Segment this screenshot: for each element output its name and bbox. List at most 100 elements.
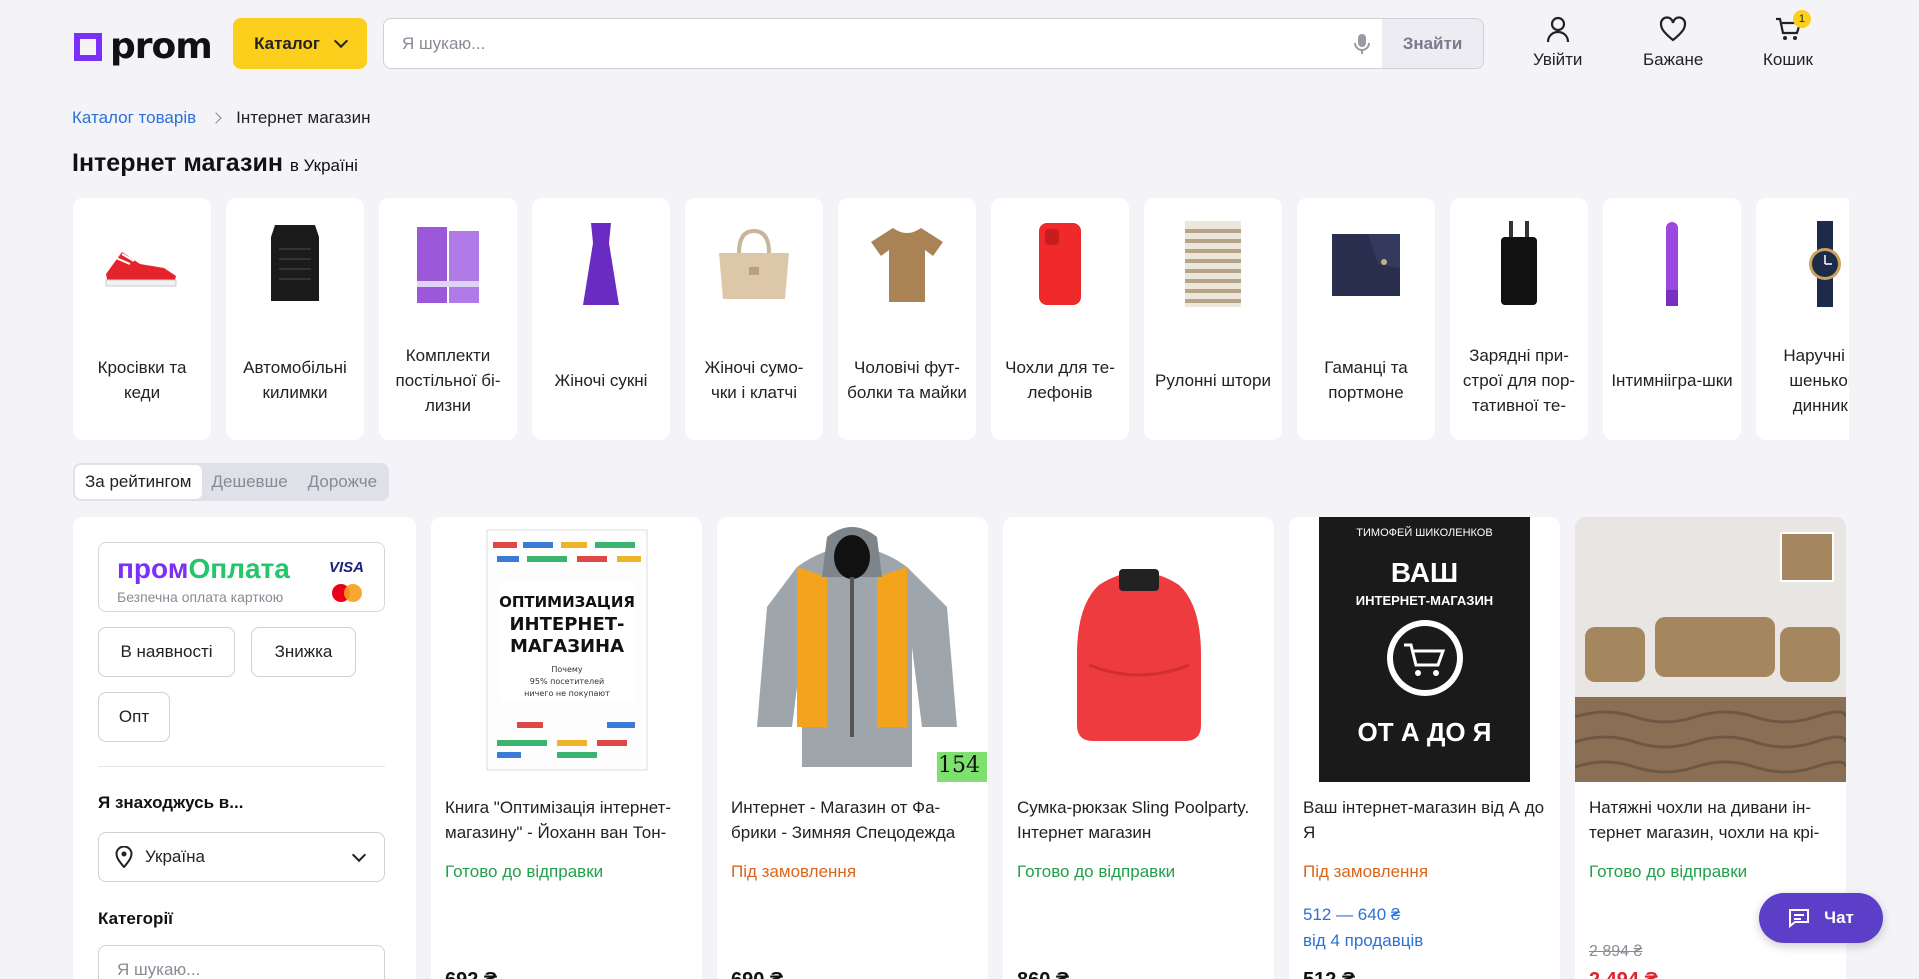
user-icon	[1546, 16, 1569, 43]
category-card[interactable]: Чоловічі фут-болки та майки	[838, 198, 976, 440]
svg-text:МАГАЗИНА: МАГАЗИНА	[509, 636, 623, 657]
car-mat-icon	[271, 225, 319, 301]
dress-icon	[583, 223, 619, 305]
category-card[interactable]: Гаманці та портмоне	[1297, 198, 1435, 440]
prom-oplata-banner[interactable]: промОплата Безпечна оплата карткою VISA	[98, 542, 385, 612]
product-status: Під замовлення	[1303, 862, 1429, 881]
logo-text: prom	[110, 26, 213, 67]
microphone-icon[interactable]	[1350, 32, 1374, 56]
svg-text:ничего не покупают: ничего не покупают	[524, 689, 610, 698]
filter-sidebar: промОплата Безпечна оплата карткою VISA …	[73, 517, 416, 979]
sort-tab-expensive[interactable]: Дорожче	[298, 465, 387, 499]
heart-icon	[1660, 16, 1687, 42]
category-card[interactable]: Комплекти постільної бі-лизни	[379, 198, 517, 440]
product-price: 692 ₴	[445, 969, 497, 979]
product-card[interactable]: ОПТИМИЗАЦИЯ ИНТЕРНЕТ- МАГАЗИНА Почему 95…	[431, 517, 702, 979]
svg-text:ОПТИМИЗАЦИЯ: ОПТИМИЗАЦИЯ	[499, 593, 635, 611]
sellers-count: від 4 продавців	[1303, 931, 1424, 950]
product-price: 512 ₴	[1303, 969, 1355, 979]
category-search-input[interactable]	[98, 945, 385, 979]
category-label: Зарядні при-строї для пор-тативної те-	[1462, 345, 1576, 415]
category-card[interactable]: Рулонні штори	[1144, 198, 1282, 440]
catalog-button[interactable]: Каталог	[233, 18, 367, 69]
location-select[interactable]: Україна	[98, 832, 385, 882]
breadcrumb-catalog-link[interactable]: Каталог товарів	[72, 108, 196, 128]
winter-jacket-icon	[757, 527, 987, 782]
page-subtitle: в Україні	[289, 156, 358, 175]
category-label: Кросівки та кеди	[97, 358, 187, 402]
product-title[interactable]: Сумка-рюкзак Sling Poolparty. Інтернет м…	[1017, 795, 1262, 845]
product-image	[1003, 517, 1274, 782]
categories-heading: Категорії	[98, 909, 173, 928]
category-card[interactable]: Автомобільні килимки	[226, 198, 364, 440]
category-card[interactable]: Жіночі сумо-чки і клатчі	[685, 198, 823, 440]
product-card[interactable]: 154 Интернет - Магазин от Фа-брики - Зим…	[717, 517, 988, 979]
watch-icon	[1809, 221, 1841, 307]
chat-button[interactable]: Чат	[1759, 893, 1883, 943]
category-card[interactable]: Кросівки та кеди	[73, 198, 211, 440]
cart-count-badge: 1	[1792, 10, 1811, 28]
page-title: Інтернет магазин в Україні	[72, 149, 358, 178]
cart-button[interactable]: 1 Кошик	[1763, 10, 1813, 70]
category-label: Наручні та шенькові динники	[1783, 345, 1849, 415]
product-status: Готово до відправки	[445, 862, 604, 881]
toy-icon	[1666, 222, 1678, 306]
product-price: 860 ₴	[1017, 969, 1069, 979]
phone-case-icon	[1039, 223, 1081, 305]
roller-blind-icon	[1185, 221, 1241, 307]
category-label: Жіночі сумо-чки і клатчі	[704, 358, 804, 402]
product-card[interactable]: ТИМОФЕЙ ШИКОЛЕНКОВ ВАШ ИНТЕРНЕТ-МАГАЗИН …	[1289, 517, 1560, 979]
cart-icon	[1387, 620, 1463, 696]
breadcrumb: Каталог товарів Інтернет магазин	[72, 108, 370, 128]
product-price-range[interactable]: 512 — 640 ₴ від 4 продавців	[1303, 902, 1423, 954]
category-label: Комплекти постільної бі-лизни	[395, 345, 501, 415]
product-title[interactable]: Натяжні чохли на дивани ін-тернет магази…	[1589, 795, 1834, 845]
filter-in-stock-chip[interactable]: В наявності	[98, 627, 235, 677]
category-card[interactable]: Зарядні при-строї для пор-тативної те-	[1450, 198, 1588, 440]
login-label: Увійти	[1533, 50, 1583, 69]
logo-mark-icon	[74, 32, 102, 61]
category-label: Жіночі сукні	[554, 370, 648, 390]
charger-icon	[1501, 221, 1537, 305]
product-status: Під замовлення	[731, 862, 857, 881]
category-card[interactable]: Чохли для те-лефонів	[991, 198, 1129, 440]
tshirt-icon	[871, 228, 943, 302]
product-status: Готово до відправки	[1589, 862, 1748, 881]
login-button[interactable]: Увійти	[1533, 14, 1582, 70]
handbag-icon	[719, 228, 789, 299]
product-grid: ОПТИМИЗАЦИЯ ИНТЕРНЕТ- МАГАЗИНА Почему 95…	[431, 517, 1846, 979]
product-title[interactable]: Интернет - Магазин от Фа-брики - Зимняя …	[731, 795, 976, 845]
search-button[interactable]: Знайти	[1382, 19, 1483, 68]
category-card[interactable]: Жіночі сукні	[532, 198, 670, 440]
header: prom Каталог Знайти Увійти Бажане 1 Коши…	[0, 0, 1919, 90]
category-card[interactable]: Наручні та шенькові динники	[1756, 198, 1849, 440]
category-card[interactable]: Інтимніігра-шки	[1603, 198, 1741, 440]
product-title[interactable]: Ваш інтернет-магазин від А до Я	[1303, 795, 1548, 845]
sort-tab-cheaper[interactable]: Дешевше	[202, 465, 298, 499]
bedding-icon	[417, 227, 479, 303]
book-optimization-icon: ОПТИМИЗАЦИЯ ИНТЕРНЕТ- МАГАЗИНА Почему 95…	[486, 529, 647, 771]
chevron-down-icon	[351, 847, 367, 863]
product-card[interactable]: Сумка-рюкзак Sling Poolparty. Інтернет м…	[1003, 517, 1274, 979]
chat-label: Чат	[1824, 908, 1854, 927]
filter-wholesale-chip[interactable]: Опт	[98, 692, 170, 742]
product-price: 2 494 ₴	[1589, 969, 1658, 979]
product-tag: 154	[938, 753, 980, 778]
mastercard-icon	[332, 584, 362, 602]
product-image: ОПТИМИЗАЦИЯ ИНТЕРНЕТ- МАГАЗИНА Почему 95…	[431, 517, 702, 782]
sort-tab-rating[interactable]: За рейтингом	[75, 465, 202, 499]
search-input[interactable]	[402, 19, 1302, 68]
location-heading: Я знаходжусь в...	[98, 793, 244, 812]
prom-oplata-title: промОплата	[117, 553, 290, 584]
prom-logo[interactable]: prom	[74, 26, 213, 67]
wishlist-button[interactable]: Бажане	[1643, 14, 1703, 70]
sort-tabs: За рейтингом Дешевше Дорожче	[73, 463, 390, 501]
book-shop-icon: ТИМОФЕЙ ШИКОЛЕНКОВ ВАШ ИНТЕРНЕТ-МАГАЗИН …	[1319, 517, 1530, 782]
filter-discount-chip[interactable]: Знижка	[251, 627, 356, 677]
product-title[interactable]: Книга "Оптимізація інтернет-магазину" - …	[445, 795, 690, 845]
sofa-covers-icon	[1575, 517, 1846, 782]
cart-label: Кошик	[1763, 50, 1813, 69]
chevron-right-icon	[210, 112, 222, 124]
category-label: Автомобільні килимки	[243, 358, 347, 402]
red-backpack-icon	[1076, 568, 1201, 741]
